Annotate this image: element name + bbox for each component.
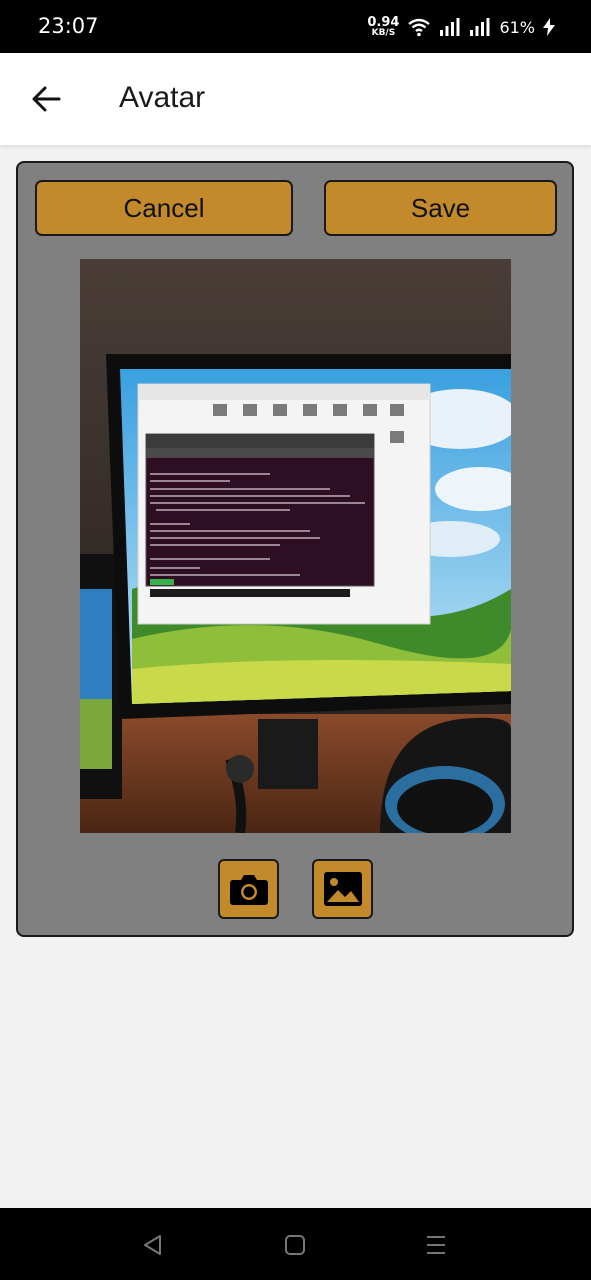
nav-home-button[interactable] [275,1230,315,1260]
camera-button[interactable] [218,859,279,919]
back-button[interactable] [22,77,70,121]
save-button[interactable]: Save [324,180,557,236]
network-speed: 0.94 KB/S [367,16,399,38]
avatar-image-preview[interactable] [80,259,511,833]
gallery-button[interactable] [312,859,373,919]
battery-level: 61% [499,17,535,37]
nav-back-icon [144,1235,161,1255]
signal-icon-secondary [470,18,490,36]
nav-menu-icon [427,1236,445,1254]
network-speed-unit: KB/S [371,28,396,38]
page-title: Avatar [119,81,206,114]
wifi-icon [408,18,431,37]
camera-icon [229,875,268,905]
avatar-photo [80,259,511,833]
nav-back-button[interactable] [133,1230,173,1260]
avatar-editor-panel: Cancel Save [16,161,574,937]
nav-home-icon [285,1235,305,1255]
status-bar: 23:07 0.94 KB/S 61% [0,0,591,53]
system-nav-bar [0,1208,591,1280]
charging-icon [543,18,555,36]
image-icon [323,872,362,906]
status-icons: 0.94 KB/S 61% [367,12,555,42]
cancel-button[interactable]: Cancel [35,180,293,236]
arrow-left-icon [32,86,61,112]
app-bar: Avatar [0,53,591,145]
nav-menu-button[interactable] [416,1230,456,1260]
signal-icon [440,18,460,36]
status-time: 23:07 [38,14,99,38]
